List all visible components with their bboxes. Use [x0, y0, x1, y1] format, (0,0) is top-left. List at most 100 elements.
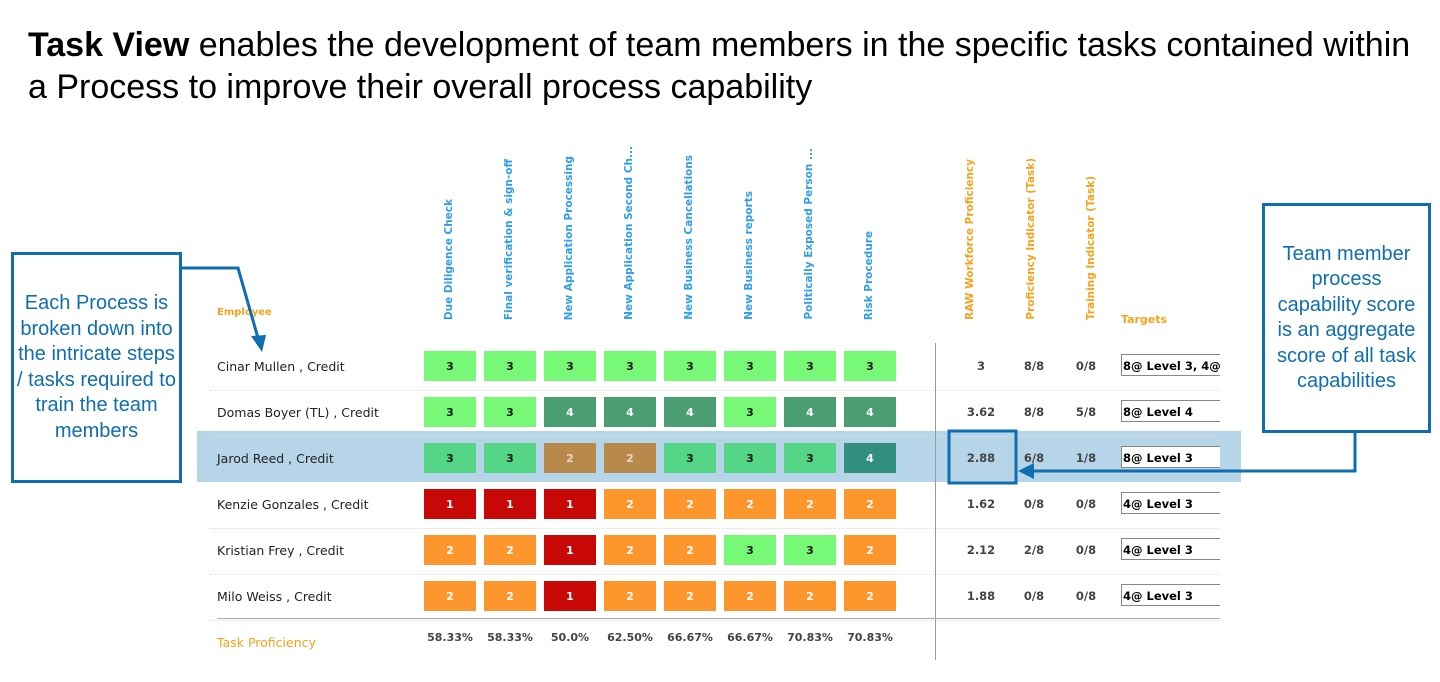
- task-score-cell[interactable]: 3: [604, 351, 656, 381]
- employee-name[interactable]: Kenzie Gonzales , Credit: [217, 497, 369, 512]
- proficiency-indicator-value: 8/8: [1023, 359, 1045, 373]
- targets-input[interactable]: 8@ Level 4: [1121, 400, 1220, 422]
- raw-proficiency-value: 2.88: [966, 451, 996, 465]
- task-score-cell[interactable]: 2: [784, 581, 836, 611]
- raw-proficiency-value: 3.62: [966, 405, 996, 419]
- training-indicator-value: 0/8: [1075, 589, 1097, 603]
- task-score-cell[interactable]: 1: [544, 535, 596, 565]
- task-proficiency-value: 66.67%: [727, 631, 773, 644]
- task-score-cell[interactable]: 2: [604, 535, 656, 565]
- task-score-cell[interactable]: 4: [544, 397, 596, 427]
- task-score-cell[interactable]: 2: [844, 489, 896, 519]
- task-score-cell[interactable]: 3: [724, 397, 776, 427]
- task-score-cell[interactable]: 1: [424, 489, 476, 519]
- task-score-cell[interactable]: 2: [844, 535, 896, 565]
- task-header: New Business reports: [743, 191, 755, 320]
- task-score-cell[interactable]: 2: [484, 535, 536, 565]
- column-divider: [935, 343, 936, 660]
- task-score-cell[interactable]: 3: [484, 397, 536, 427]
- task-score-cell[interactable]: 2: [784, 489, 836, 519]
- task-score-cell[interactable]: 2: [604, 581, 656, 611]
- task-header: Politically Exposed Person ...: [803, 148, 815, 320]
- proficiency-indicator-value: 0/8: [1023, 589, 1045, 603]
- task-score-cell[interactable]: 3: [724, 535, 776, 565]
- task-header: New Business Cancellations: [683, 155, 695, 320]
- targets-input[interactable]: 4@ Level 3: [1121, 538, 1220, 560]
- task-score-cell[interactable]: 2: [424, 535, 476, 565]
- task-score-cell[interactable]: 1: [544, 489, 596, 519]
- task-score-cell[interactable]: 2: [424, 581, 476, 611]
- task-score-cell[interactable]: 3: [724, 443, 776, 473]
- targets-input[interactable]: 4@ Level 3: [1121, 492, 1220, 514]
- targets-input[interactable]: 8@ Level 3, 4@4: [1121, 354, 1220, 376]
- task-header: New Application Second Ch...: [623, 146, 635, 320]
- task-score-cell[interactable]: 2: [664, 581, 716, 611]
- proficiency-indicator-value: 2/8: [1023, 543, 1045, 557]
- training-indicator-value: 0/8: [1075, 497, 1097, 511]
- targets-input[interactable]: 4@ Level 3: [1121, 584, 1220, 606]
- slide-title: Task View enables the development of tea…: [28, 24, 1428, 108]
- left-callout-arrow: [182, 266, 260, 339]
- task-score-cell[interactable]: 2: [664, 489, 716, 519]
- employee-row[interactable]: Cinar Mullen , Credit 3 3 3 3 3 3 3 3 3 8/8 0/8 8@ L…: [210, 344, 1220, 391]
- targets-input[interactable]: 8@ Level 3: [1121, 446, 1220, 468]
- employee-name[interactable]: Domas Boyer (TL) , Credit: [217, 405, 379, 420]
- task-proficiency-value: 66.67%: [667, 631, 713, 644]
- employee-row[interactable]: Jarod Reed , Credit 3 3 2 2 3 3 3 4 2.88 6/8 1/8 8@ …: [210, 436, 1220, 482]
- task-score-cell[interactable]: 3: [424, 443, 476, 473]
- task-score-cell[interactable]: 3: [844, 351, 896, 381]
- proficiency-indicator-header: Proficiency Indicator (Task): [1025, 158, 1037, 320]
- task-score-cell[interactable]: 1: [484, 489, 536, 519]
- task-proficiency-value: 70.83%: [847, 631, 893, 644]
- task-score-cell[interactable]: 4: [784, 397, 836, 427]
- task-score-cell[interactable]: 4: [844, 443, 896, 473]
- task-score-cell[interactable]: 2: [604, 489, 656, 519]
- employee-name[interactable]: Cinar Mullen , Credit: [217, 359, 345, 374]
- task-score-cell[interactable]: 2: [724, 489, 776, 519]
- task-score-cell[interactable]: 4: [844, 397, 896, 427]
- task-score-cell[interactable]: 3: [784, 535, 836, 565]
- task-proficiency-value: 50.0%: [550, 631, 590, 644]
- task-score-cell[interactable]: 4: [664, 397, 716, 427]
- employee-row[interactable]: Kristian Frey , Credit 2 2 1 2 2 3 3 2 2.12 2/8 0/8…: [210, 528, 1220, 575]
- task-score-cell[interactable]: 3: [544, 351, 596, 381]
- task-score-cell[interactable]: 2: [724, 581, 776, 611]
- training-indicator-header: Training Indicator (Task): [1085, 175, 1097, 320]
- employee-name[interactable]: Jarod Reed , Credit: [217, 451, 334, 466]
- task-proficiency-label: Task Proficiency: [217, 635, 316, 650]
- raw-proficiency-value: 1.62: [966, 497, 996, 511]
- task-score-cell[interactable]: 2: [844, 581, 896, 611]
- employee-name[interactable]: Kristian Frey , Credit: [217, 543, 344, 558]
- task-score-cell[interactable]: 3: [724, 351, 776, 381]
- raw-proficiency-value: 2.12: [966, 543, 996, 557]
- task-score-cell[interactable]: 3: [664, 351, 716, 381]
- task-score-cell[interactable]: 2: [544, 443, 596, 473]
- right-callout-text: Team member process capability score is …: [1277, 242, 1416, 393]
- employee-row[interactable]: Milo Weiss , Credit 2 2 1 2 2 2 2 2 1.88 0/8 0/8 4@ …: [210, 574, 1220, 621]
- targets-header: Targets: [1121, 313, 1168, 326]
- task-proficiency-value: 62.50%: [607, 631, 653, 644]
- task-score-cell[interactable]: 3: [484, 443, 536, 473]
- task-proficiency-value: 58.33%: [427, 631, 473, 644]
- task-score-cell[interactable]: 2: [604, 443, 656, 473]
- task-score-cell[interactable]: 3: [784, 443, 836, 473]
- task-score-cell[interactable]: 3: [784, 351, 836, 381]
- training-indicator-value: 0/8: [1075, 359, 1097, 373]
- employee-header: Employee: [217, 307, 272, 318]
- task-score-cell[interactable]: 3: [424, 397, 476, 427]
- task-score-cell[interactable]: 3: [484, 351, 536, 381]
- task-score-cell[interactable]: 3: [664, 443, 716, 473]
- employee-row[interactable]: Kenzie Gonzales , Credit 1 1 1 2 2 2 2 2 1.62 0/8 0…: [210, 482, 1220, 529]
- task-header: Due Diligence Check: [443, 198, 455, 320]
- task-score-cell[interactable]: 1: [544, 581, 596, 611]
- right-callout: Team member process capability score is …: [1262, 203, 1431, 433]
- proficiency-indicator-value: 0/8: [1023, 497, 1045, 511]
- task-score-cell[interactable]: 4: [604, 397, 656, 427]
- task-score-cell[interactable]: 2: [484, 581, 536, 611]
- employee-row[interactable]: Domas Boyer (TL) , Credit 3 3 4 4 4 3 4 4 3.62 8/8…: [210, 390, 1220, 437]
- employee-name[interactable]: Milo Weiss , Credit: [217, 589, 332, 604]
- raw-proficiency-header: RAW Workforce Proficiency: [964, 159, 976, 320]
- task-header: New Application Processing: [563, 155, 575, 320]
- task-score-cell[interactable]: 3: [424, 351, 476, 381]
- task-score-cell[interactable]: 2: [664, 535, 716, 565]
